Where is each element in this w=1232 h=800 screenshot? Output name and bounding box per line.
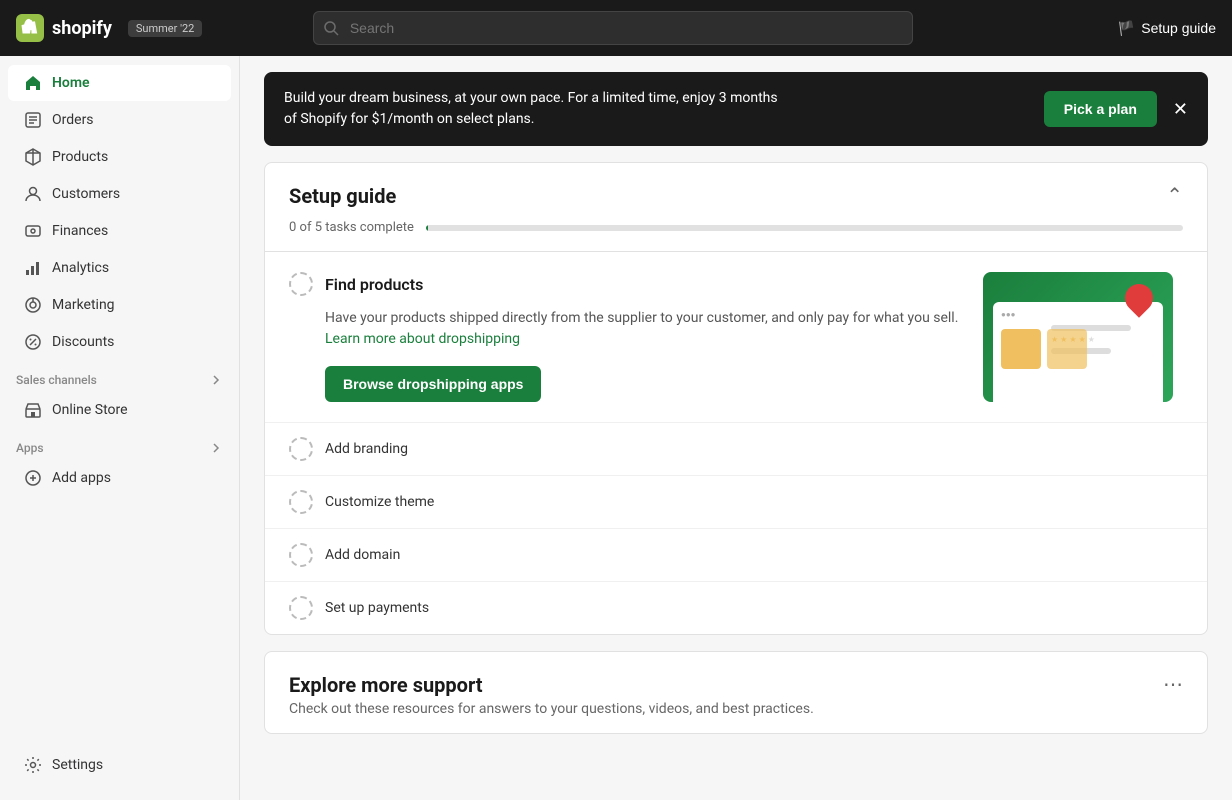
main-layout: Home Orders Products — [0, 56, 1232, 800]
sidebar-item-customers[interactable]: Customers — [8, 176, 231, 212]
search-input[interactable] — [313, 11, 913, 45]
progress-text: 0 of 5 tasks complete — [289, 220, 414, 235]
banner-close-button[interactable]: ✕ — [1173, 100, 1188, 118]
task-add-branding[interactable]: Add branding — [265, 422, 1207, 475]
version-badge: Summer '22 — [128, 20, 202, 37]
sidebar-label-add-apps: Add apps — [52, 470, 111, 486]
progress-bar-fill — [426, 225, 428, 231]
pick-a-plan-button[interactable]: Pick a plan — [1044, 91, 1157, 127]
sidebar-bottom: Settings — [0, 746, 239, 792]
analytics-icon — [24, 259, 42, 277]
setup-guide-title: Setup guide — [289, 184, 396, 208]
sidebar-item-analytics[interactable]: Analytics — [8, 250, 231, 286]
support-card-title: Explore more support — [289, 673, 483, 697]
apps-chevron-icon[interactable] — [209, 441, 223, 455]
sales-channels-section: Sales channels — [0, 361, 239, 391]
flag-icon: 🏴 — [1118, 20, 1135, 37]
illustration-graphic: ●●● ★ ★ ★ ★ — [983, 272, 1173, 402]
promo-banner: Build your dream business, at your own p… — [264, 72, 1208, 146]
support-card-header: Explore more support ⋯ — [265, 652, 1207, 701]
marketing-icon — [24, 296, 42, 314]
chevron-right-icon[interactable] — [209, 373, 223, 387]
sidebar-item-orders[interactable]: Orders — [8, 102, 231, 138]
sidebar-item-marketing[interactable]: Marketing — [8, 287, 231, 323]
search-icon — [323, 20, 339, 36]
sidebar-label-finances: Finances — [52, 223, 108, 239]
sidebar-item-finances[interactable]: Finances — [8, 213, 231, 249]
task-circle-payments — [289, 596, 313, 620]
progress-bar — [426, 225, 1183, 231]
sidebar-label-online-store: Online Store — [52, 402, 128, 418]
sidebar-item-products[interactable]: Products — [8, 139, 231, 175]
topbar-right: 🏴 Setup guide — [1118, 20, 1216, 37]
settings-icon — [24, 756, 42, 774]
sidebar-label-analytics: Analytics — [52, 260, 109, 276]
task-title-branding: Add branding — [325, 441, 408, 457]
progress-row: 0 of 5 tasks complete — [265, 220, 1207, 251]
support-more-button[interactable]: ⋯ — [1163, 672, 1183, 697]
task-content: Find products Have your products shipped… — [289, 272, 959, 402]
support-card: Explore more support ⋯ Check out these r… — [264, 651, 1208, 734]
task-circle-icon — [289, 272, 313, 296]
banner-text: Build your dream business, at your own p… — [284, 88, 1028, 130]
sidebar-label-settings: Settings — [52, 757, 103, 773]
task-title-domain: Add domain — [325, 547, 400, 563]
task-customize-theme[interactable]: Customize theme — [265, 475, 1207, 528]
task-circle-domain — [289, 543, 313, 567]
browse-apps-button[interactable]: Browse dropshipping apps — [325, 366, 541, 402]
setup-guide-header: Setup guide ⌃ — [265, 163, 1207, 220]
sidebar: Home Orders Products — [0, 56, 240, 800]
products-icon — [24, 148, 42, 166]
task-set-up-payments[interactable]: Set up payments — [265, 581, 1207, 634]
main-content: Build your dream business, at your own p… — [240, 56, 1232, 800]
sidebar-label-discounts: Discounts — [52, 334, 114, 350]
customers-icon — [24, 185, 42, 203]
apps-label: Apps — [16, 441, 44, 455]
support-subtitle: Check out these resources for answers to… — [265, 701, 1207, 733]
task-description: Have your products shipped directly from… — [325, 308, 959, 350]
task-title-theme: Customize theme — [325, 494, 434, 510]
task-circle-theme — [289, 490, 313, 514]
task-circle-branding — [289, 437, 313, 461]
orders-icon — [24, 111, 42, 129]
shopify-logo-icon — [16, 14, 44, 42]
discounts-icon — [24, 333, 42, 351]
store-icon — [24, 401, 42, 419]
sales-channels-label: Sales channels — [16, 373, 97, 387]
finances-icon — [24, 222, 42, 240]
task-add-domain[interactable]: Add domain — [265, 528, 1207, 581]
setup-guide-card: Setup guide ⌃ 0 of 5 tasks complete Find… — [264, 162, 1208, 635]
home-icon — [24, 74, 42, 92]
task-header: Find products — [289, 272, 959, 296]
plus-icon — [24, 469, 42, 487]
sidebar-nav: Home Orders Products — [0, 64, 239, 746]
logo-text: shopify — [52, 18, 112, 39]
setup-guide-button[interactable]: 🏴 Setup guide — [1118, 20, 1216, 37]
sidebar-label-products: Products — [52, 149, 108, 165]
collapse-button[interactable]: ⌃ — [1166, 183, 1183, 208]
task-find-products: Find products Have your products shipped… — [265, 251, 1207, 422]
topbar: shopify Summer '22 🏴 Setup guide — [0, 0, 1232, 56]
task-title-payments: Set up payments — [325, 600, 429, 616]
search-container — [313, 11, 913, 45]
sidebar-item-add-apps[interactable]: Add apps — [8, 460, 231, 496]
task-title: Find products — [325, 275, 423, 294]
sidebar-label-home: Home — [52, 75, 90, 91]
logo[interactable]: shopify — [16, 14, 112, 42]
sidebar-item-online-store[interactable]: Online Store — [8, 392, 231, 428]
sidebar-label-customers: Customers — [52, 186, 120, 202]
sidebar-item-home[interactable]: Home — [8, 65, 231, 101]
dropshipping-link[interactable]: Learn more about dropshipping — [325, 331, 520, 347]
sidebar-item-settings[interactable]: Settings — [8, 747, 231, 783]
task-illustration: ●●● ★ ★ ★ ★ — [983, 272, 1183, 402]
sidebar-item-discounts[interactable]: Discounts — [8, 324, 231, 360]
apps-section: Apps — [0, 429, 239, 459]
sidebar-label-orders: Orders — [52, 112, 94, 128]
sidebar-label-marketing: Marketing — [52, 297, 115, 313]
